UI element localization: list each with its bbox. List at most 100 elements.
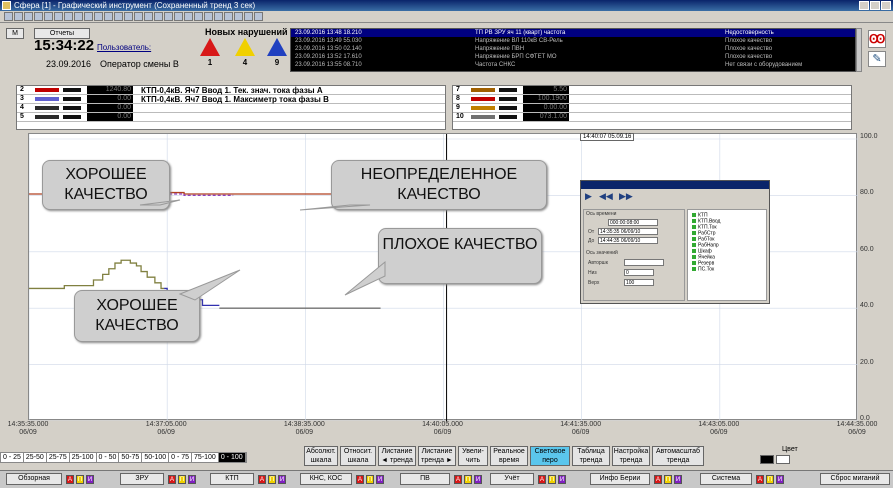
- dialog-interval-input[interactable]: 000:00:08:00: [608, 219, 658, 226]
- toolbar-tool-icon[interactable]: [214, 12, 223, 21]
- signal-item[interactable]: РабТок: [692, 237, 714, 242]
- mode-button-0[interactable]: Абсолют. шкала: [304, 446, 338, 466]
- mode-button-5[interactable]: Реальное время: [490, 446, 528, 466]
- user-label[interactable]: Пользователь:: [97, 43, 151, 52]
- legend-row[interactable]: 8 100.1900: [453, 95, 851, 104]
- event-row[interactable]: 23.09.2016 13:48 18.210 ТП РВ ЗРУ яч 11 (…: [291, 29, 855, 37]
- mode-button[interactable]: M: [6, 28, 24, 39]
- signal-item[interactable]: КТП.Ввод: [692, 219, 720, 224]
- toolbar-tool-icon[interactable]: [34, 12, 43, 21]
- toolbar-tool-icon[interactable]: [74, 12, 83, 21]
- maximize-button[interactable]: [870, 1, 880, 10]
- mode-button-1[interactable]: Относит. шкала: [340, 446, 376, 466]
- event-row[interactable]: 23.09.2016 13:52 17.610 Напряжение БРП СФ…: [291, 53, 855, 61]
- dialog-rewind-icon[interactable]: ◀◀: [599, 191, 613, 202]
- edit-icon[interactable]: ✎: [868, 51, 886, 67]
- toolbar-tool-icon[interactable]: [184, 12, 193, 21]
- legend-row[interactable]: 10 073.1.00: [453, 113, 851, 122]
- event-row[interactable]: 23.09.2016 13:55 08.710 Частота СНКС Нет с…: [291, 61, 855, 69]
- minimize-button[interactable]: [859, 1, 869, 10]
- scale-button[interactable]: 50-75: [119, 453, 143, 462]
- dialog-to-input[interactable]: 14:44:35 06/09/10: [598, 237, 658, 244]
- scale-button[interactable]: 0 - 100: [218, 453, 246, 462]
- nav-button[interactable]: Обзорная: [6, 473, 62, 485]
- close-button[interactable]: [881, 1, 891, 10]
- signal-item[interactable]: РабСтр: [692, 231, 716, 236]
- signal-item[interactable]: ПС.Ток: [692, 267, 714, 272]
- toolbar-tool-icon[interactable]: [204, 12, 213, 21]
- toolbar-tool-icon[interactable]: [14, 12, 23, 21]
- legend-row[interactable]: 2 1240.80 КТП-0,4кВ. Яч7 Ввод 1. Тек. знач…: [17, 86, 445, 95]
- event-row[interactable]: 23.09.2016 13:50 02.140 Напряжение ПВН Пло…: [291, 45, 855, 53]
- signal-item[interactable]: РабНапр: [692, 243, 719, 248]
- nav-button[interactable]: Система: [700, 473, 752, 485]
- scale-button[interactable]: 25-50: [24, 453, 47, 462]
- nav-button[interactable]: Учёт: [490, 473, 534, 485]
- toolbar-tool-icon[interactable]: [54, 12, 63, 21]
- toolbar-tool-icon[interactable]: [4, 12, 13, 21]
- signal-item[interactable]: КТП: [692, 213, 708, 218]
- legend-row[interactable]: 5 0.00: [17, 113, 445, 122]
- toolbar-tool-icon[interactable]: [144, 12, 153, 21]
- warning-triangle-red-icon[interactable]: [200, 38, 220, 56]
- mode-button-2[interactable]: Листание ◄ тренда: [378, 446, 416, 466]
- toolbar-tool-icon[interactable]: [154, 12, 163, 21]
- toolbar-tool-icon[interactable]: [94, 12, 103, 21]
- dialog-signal-list[interactable]: КТП КТП.Ввод КТП.Ток РабСтр РабТок РабНапр Шка…: [687, 209, 767, 301]
- mode-button-6[interactable]: Световое перо: [530, 446, 570, 466]
- dialog-auto-input[interactable]: [624, 259, 664, 266]
- dialog-top-input[interactable]: 100: [624, 279, 654, 286]
- toolbar-tool-icon[interactable]: [134, 12, 143, 21]
- legend-row[interactable]: 3 0.00 КТП-0,4кВ. Яч7 Ввод 1. Максиметр то…: [17, 95, 445, 104]
- legend-row[interactable]: 9 0.00.00: [453, 104, 851, 113]
- color-swatch-white[interactable]: [776, 455, 790, 464]
- toolbar-tool-icon[interactable]: [194, 12, 203, 21]
- dialog-play-icon[interactable]: ▶: [585, 191, 592, 202]
- signal-item[interactable]: Ячейка: [692, 255, 715, 260]
- scale-button[interactable]: 0 - 75: [169, 453, 193, 462]
- event-row[interactable]: 23.09.2016 13:49 55.030 Напряжение ВЛ 110…: [291, 37, 855, 45]
- dialog-forward-icon[interactable]: ▶▶: [619, 191, 633, 202]
- toolbar-tool-icon[interactable]: [44, 12, 53, 21]
- reset-blinking-button[interactable]: Сброс миганий: [820, 473, 890, 485]
- mode-button-8[interactable]: Настройка тренда: [612, 446, 650, 466]
- scale-button[interactable]: 0 - 25: [1, 453, 24, 462]
- mode-button-9[interactable]: Автомасштаб тренда: [652, 446, 704, 466]
- toolbar-tool-icon[interactable]: [174, 12, 183, 21]
- toolbar-tool-icon[interactable]: [244, 12, 253, 21]
- toolbar-tool-icon[interactable]: [234, 12, 243, 21]
- toolbar-tool-icon[interactable]: [224, 12, 233, 21]
- nav-button[interactable]: КТП: [210, 473, 254, 485]
- warning-triangle-yellow-icon[interactable]: [235, 38, 255, 56]
- toolbar-tool-icon[interactable]: [84, 12, 93, 21]
- nav-button[interactable]: КНС, КОС: [300, 473, 352, 485]
- warning-triangle-blue-icon[interactable]: [267, 38, 287, 56]
- events-list[interactable]: 23.09.2016 13:48 18.210 ТП РВ ЗРУ яч 11 (…: [290, 28, 856, 72]
- scale-button[interactable]: 0 - 50: [97, 453, 120, 462]
- mode-button-4[interactable]: Увели-чить: [458, 446, 488, 466]
- legend-row[interactable]: 4 0.00: [17, 104, 445, 113]
- color-swatch[interactable]: [760, 455, 774, 464]
- trend-settings-dialog[interactable]: ▶ ◀◀ ▶▶ Ось времени 000:00:08:00 От 14:3…: [580, 180, 770, 304]
- toolbar-tool-icon[interactable]: [254, 12, 263, 21]
- mode-button-7[interactable]: Таблица тренда: [572, 446, 610, 466]
- legend-row[interactable]: 7 5.50: [453, 86, 851, 95]
- scale-button[interactable]: 25-75: [47, 453, 70, 462]
- toolbar-tool-icon[interactable]: [124, 12, 133, 21]
- nav-button[interactable]: Инфо Берии: [590, 473, 650, 485]
- signal-item[interactable]: Резерв: [692, 261, 714, 266]
- toolbar-tool-icon[interactable]: [104, 12, 113, 21]
- events-scrollbar[interactable]: [856, 28, 862, 72]
- scale-button[interactable]: 25-100: [70, 453, 97, 462]
- toolbar-tool-icon[interactable]: [164, 12, 173, 21]
- alarm-icon[interactable]: Ꙭ: [868, 30, 886, 48]
- dialog-from-input[interactable]: 14:35:35 06/09/10: [598, 228, 658, 235]
- toolbar-tool-icon[interactable]: [114, 12, 123, 21]
- nav-button[interactable]: ПВ: [400, 473, 450, 485]
- nav-button[interactable]: ЗРУ: [120, 473, 164, 485]
- toolbar-tool-icon[interactable]: [24, 12, 33, 21]
- toolbar-tool-icon[interactable]: [64, 12, 73, 21]
- signal-item[interactable]: КТП.Ток: [692, 225, 717, 230]
- scale-button[interactable]: 50-100: [142, 453, 170, 462]
- scale-button[interactable]: 75-100: [192, 453, 219, 462]
